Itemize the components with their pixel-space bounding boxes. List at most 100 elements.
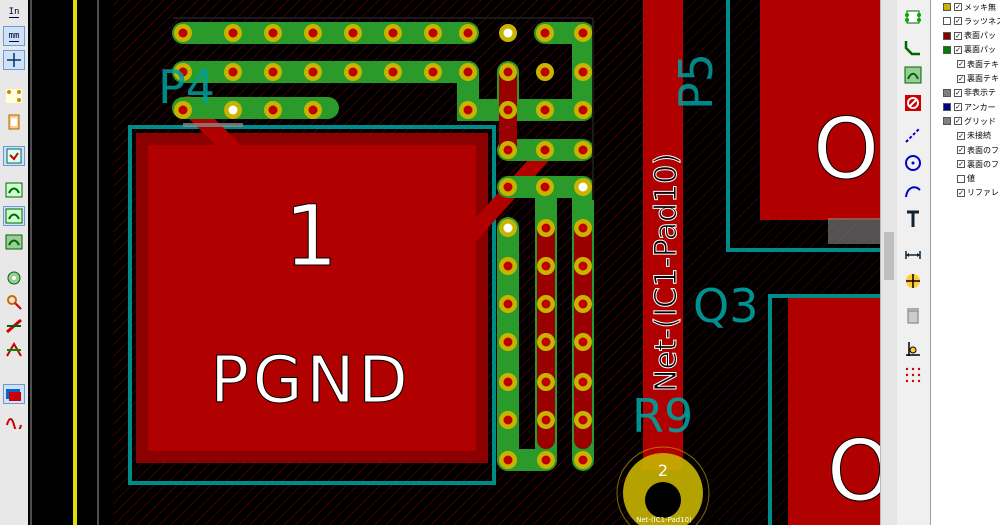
text-icon <box>907 210 919 227</box>
module-ratsnest-button[interactable] <box>3 112 25 132</box>
layer-visibility-checkbox[interactable]: ✓ <box>954 88 962 97</box>
layer-label: 裏面テキ <box>967 74 999 83</box>
draw-line-button[interactable] <box>901 124 925 146</box>
track-route-icon <box>904 41 920 56</box>
scrollbar-thumb[interactable] <box>884 232 894 280</box>
layer-row[interactable]: ✓ 裏面テキ <box>931 72 999 86</box>
layer-color-swatch[interactable] <box>943 88 951 97</box>
ref-p5: P5 <box>669 53 723 110</box>
layer-row[interactable]: ✓ 裏面パッ <box>931 43 996 57</box>
layer-visibility-checkbox[interactable]: ✓ <box>954 117 962 126</box>
route-tracks-button[interactable] <box>901 36 925 58</box>
module-add-icon <box>905 10 921 24</box>
layer-visibility-checkbox[interactable]: ✓ <box>954 3 962 11</box>
layer-color-swatch[interactable] <box>943 103 951 112</box>
arc-icon <box>905 186 921 198</box>
net-highlight-button[interactable] <box>3 340 25 360</box>
cursor-shape-button[interactable] <box>3 50 25 70</box>
draw-arc-button[interactable] <box>901 180 925 202</box>
right-toolbar <box>897 0 931 525</box>
show-ratsnest-button[interactable] <box>3 86 25 106</box>
layer-row[interactable]: ✓リファレン <box>931 186 1000 200</box>
zone-add-icon <box>904 66 922 84</box>
layer-row[interactable]: ✓ 非表示テ <box>931 86 996 100</box>
track-sketch-button[interactable] <box>3 316 25 336</box>
zone-outline-button[interactable] <box>3 206 25 226</box>
layer-label: リファレン <box>967 188 1000 198</box>
units-inch-button[interactable]: In <box>3 2 25 22</box>
layer-label: 非表示テ <box>964 88 996 98</box>
layer-visibility-checkbox[interactable]: ✓ <box>954 31 962 40</box>
layer-row[interactable]: ✓ グリッド <box>931 114 996 128</box>
add-dimension-button[interactable] <box>901 242 925 264</box>
layer-visibility-checkbox[interactable]: ✓ <box>954 45 962 54</box>
layer-visibility-checkbox[interactable]: ✓ <box>957 60 965 69</box>
layer-label: 値 <box>967 174 975 184</box>
crosshair-icon <box>7 53 21 67</box>
layer-label: 表面テキ <box>967 59 999 69</box>
add-zone-button[interactable] <box>901 64 925 86</box>
add-module-button[interactable] <box>901 6 925 28</box>
layer-row[interactable]: ✓ ラッツネス <box>931 14 1000 28</box>
layer-color-swatch[interactable] <box>943 3 951 11</box>
units-mm-button[interactable]: mm <box>3 26 25 46</box>
layer-row[interactable]: ✓ 表面のフ <box>931 143 999 157</box>
layer-row[interactable]: ✓ 裏面のフ <box>931 157 999 171</box>
pgnd-pad-net: PGND <box>210 344 411 418</box>
ref-r9: R9 <box>632 389 693 443</box>
microwave-tools-button[interactable] <box>3 410 25 430</box>
q3-pad-label: O <box>827 422 880 520</box>
layer-visibility-checkbox[interactable]: ✓ <box>954 103 962 112</box>
vertical-scrollbar[interactable] <box>880 0 897 525</box>
layer-row[interactable]: ✓ メッキ無 <box>931 0 996 14</box>
via-sketch-button[interactable] <box>3 292 25 312</box>
layer-row[interactable]: ✓ 表面テキ <box>931 57 999 71</box>
layer-visibility-checkbox[interactable] <box>957 174 965 183</box>
p5-silk <box>828 218 880 244</box>
layer-row[interactable]: ✓ アンカー <box>931 100 996 114</box>
net-icon <box>6 342 22 357</box>
layer-visibility-checkbox[interactable]: ✓ <box>957 160 965 169</box>
layer-row[interactable]: ✓ 未接続 <box>931 129 991 143</box>
via-pad-number: 2 <box>658 461 668 480</box>
zone-fill-button[interactable] <box>3 232 25 252</box>
layer-visibility-checkbox[interactable]: ✓ <box>954 17 962 26</box>
layer-row[interactable]: ✓ 表面パッ <box>931 29 996 43</box>
render-layers-panel: ✓ メッキ無 ✓ ラッツネス ✓ 表面パッ ✓ 裏面パッ ✓ 表面テキ ✓ 裏面テキ ✓ 非表示テ ✓ アンカ… <box>931 0 1000 525</box>
zone-outline-icon <box>5 208 23 224</box>
layer-color-swatch[interactable] <box>943 117 951 126</box>
drc-toggle-button[interactable] <box>3 146 25 166</box>
layer-visibility-checkbox[interactable]: ✓ <box>957 188 965 197</box>
zone-display-button[interactable] <box>3 180 25 200</box>
microwave-icon <box>6 418 22 429</box>
keepout-zone-button[interactable] <box>901 92 925 114</box>
layer-label: メッキ無 <box>964 2 996 12</box>
pad-sketch-button[interactable] <box>3 268 25 288</box>
layer-visibility-checkbox[interactable]: ✓ <box>957 131 965 140</box>
layer-visibility-checkbox[interactable]: ✓ <box>957 74 965 83</box>
layer-label: 表面パッ <box>964 31 996 41</box>
zone-icon <box>5 182 23 198</box>
via-icon <box>7 295 22 310</box>
track-icon <box>6 318 22 334</box>
add-target-button[interactable] <box>901 270 925 292</box>
grid-origin-button[interactable] <box>901 364 925 386</box>
units-inch-label: In <box>8 6 20 18</box>
layer-row[interactable]: 値 <box>931 172 975 186</box>
pcb-canvas[interactable]: 1 PGND P4 Net-(IC1-Pad10) O P5 Q3 O R9 2… <box>28 0 880 525</box>
module-icon <box>8 114 20 130</box>
layer-color-swatch[interactable] <box>943 45 951 54</box>
trash-icon <box>907 308 919 324</box>
origin-icon <box>906 342 920 356</box>
draw-circle-button[interactable] <box>901 152 925 174</box>
layer-color-swatch[interactable] <box>943 31 951 40</box>
layer-visibility-checkbox[interactable]: ✓ <box>957 146 965 154</box>
pad-icon <box>7 271 21 285</box>
layer-color-swatch[interactable] <box>943 17 951 26</box>
high-contrast-button[interactable] <box>3 384 25 404</box>
set-origin-button[interactable] <box>901 338 925 360</box>
units-mm-label: mm <box>8 30 20 42</box>
add-text-button[interactable] <box>901 208 925 230</box>
layer-label: アンカー <box>964 102 996 112</box>
delete-button[interactable] <box>901 304 925 326</box>
